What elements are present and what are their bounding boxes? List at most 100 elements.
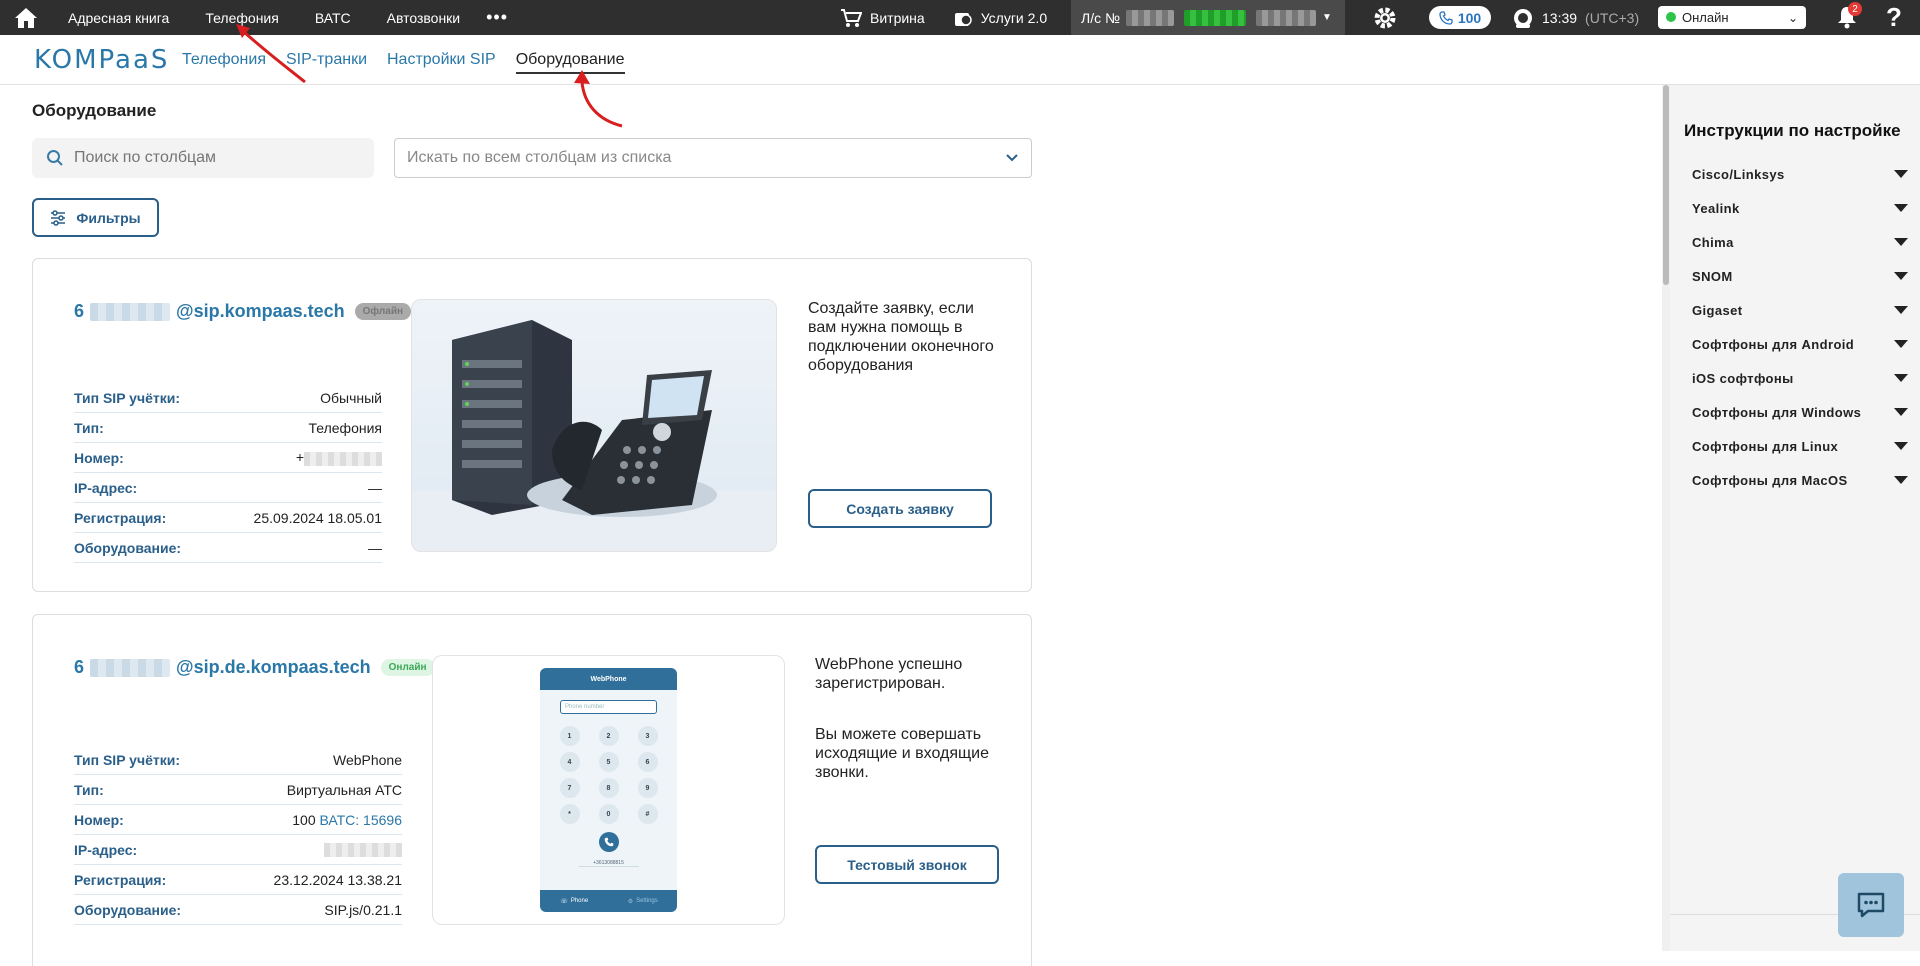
webphone-preview: WebPhone Phone number 1 2 3 4 5 6 7 8 9 …: [432, 655, 785, 925]
keypad-key: #: [637, 804, 658, 824]
field-value: SIP.js/0.21.1: [324, 901, 402, 918]
call-icon: [598, 832, 619, 852]
instruction-item-cisco[interactable]: Cisco/Linksys: [1692, 157, 1908, 191]
webphone-number-input: Phone number: [560, 700, 657, 714]
clock-timezone: (UTC+3): [1585, 9, 1640, 26]
instruction-label: Софтфоны для Linux: [1692, 438, 1839, 454]
webphone-tab-settings-label: Settings: [636, 898, 658, 904]
webphone-tab-phone-label: Phone: [570, 898, 589, 904]
more-menu-icon[interactable]: •••: [486, 7, 508, 28]
sip-account-prefix: 6: [74, 657, 85, 677]
nav-address-book[interactable]: Адресная книга: [68, 10, 169, 26]
instruction-item-macos[interactable]: Софтфоны для MacOS: [1692, 463, 1908, 497]
equipment-image: [411, 299, 777, 552]
instruction-item-yealink[interactable]: Yealink: [1692, 191, 1908, 225]
search-scope-value: Искать по всем столбцам из списка: [407, 149, 672, 166]
status-value: Онлайн: [1682, 10, 1729, 25]
instruction-label: iOS софтфоны: [1692, 370, 1794, 386]
logo[interactable]: KOMPaaS: [34, 45, 169, 75]
nav-vats[interactable]: ВАТС: [315, 10, 351, 26]
chat-button[interactable]: [1838, 873, 1904, 937]
calls-counter[interactable]: 100: [1429, 6, 1491, 29]
field-row: Тип SIP учётки: Обычный: [74, 383, 382, 413]
instruction-label: Софтфоны для Android: [1692, 336, 1855, 352]
instruction-item-snom[interactable]: SNOM: [1692, 259, 1908, 293]
webphone-keypad: 1 2 3 4 5 6 7 8 9 * 0 #: [540, 726, 677, 824]
webphone-registered-text: WebPhone успешно зарегистрирован.: [815, 656, 963, 692]
instruction-item-chima[interactable]: Chima: [1692, 225, 1908, 259]
vitrina-link[interactable]: Витрина: [840, 8, 925, 28]
instruction-label: SNOM: [1692, 268, 1733, 284]
vats-link[interactable]: ВАТС: 15696: [320, 812, 403, 828]
column-search[interactable]: [32, 138, 374, 178]
instruction-item-ios[interactable]: iOS софтфоны: [1692, 361, 1908, 395]
webphone-mockup: WebPhone Phone number 1 2 3 4 5 6 7 8 9 …: [540, 668, 677, 912]
filters-button[interactable]: Фильтры: [32, 198, 159, 237]
sip-account-domain: @sip.kompaas.tech: [176, 301, 345, 321]
column-search-input[interactable]: [74, 149, 344, 167]
chevron-down-icon: [1006, 154, 1018, 162]
account-selector[interactable]: Л/с № ▼: [1071, 0, 1345, 35]
field-row: IP-адрес: —: [74, 473, 382, 503]
search-icon: [47, 150, 63, 166]
field-label: IP-адрес:: [74, 479, 138, 496]
notification-badge: 2: [1848, 2, 1862, 16]
vitrina-label: Витрина: [870, 9, 925, 26]
keypad-key: 6: [637, 752, 658, 772]
field-label: Оборудование:: [74, 539, 182, 556]
clock: 13:39 (UTC+3): [1512, 0, 1639, 35]
sip-account[interactable]: 6 @sip.kompaas.tech Офлайн: [74, 301, 412, 322]
account-name-redacted: [1256, 9, 1316, 26]
instruction-item-gigaset[interactable]: Gigaset: [1692, 293, 1908, 327]
page-scrollbar[interactable]: [1662, 85, 1670, 951]
field-row: Регистрация: 25.09.2024 18.05.01: [74, 503, 382, 533]
search-scope-select[interactable]: Искать по всем столбцам из списка: [394, 138, 1032, 178]
instruction-label: Софтфоны для MacOS: [1692, 472, 1848, 488]
field-row: Номер: +: [74, 443, 382, 473]
instruction-item-android[interactable]: Софтфоны для Android: [1692, 327, 1908, 361]
number-redacted: [304, 451, 382, 466]
field-row: Тип SIP учётки: WebPhone: [74, 745, 402, 775]
annotation-arrow-icon: [236, 24, 306, 84]
field-value: 100: [292, 811, 316, 828]
clock-time: 13:39: [1542, 9, 1578, 26]
webphone-line-select: +3613088815: [578, 860, 639, 867]
help-text: Создайте заявку, если вам нужна помощь в…: [808, 300, 994, 374]
webphone-title: WebPhone: [540, 668, 677, 690]
triangle-down-icon: [1894, 272, 1908, 280]
gear-icon: ⚙: [627, 898, 634, 905]
filters-label: Фильтры: [76, 209, 141, 226]
create-request-button[interactable]: Создать заявку: [808, 489, 992, 528]
webphone-tab-settings: ⚙ Settings: [609, 890, 678, 912]
home-icon[interactable]: [0, 0, 52, 35]
webphone-status-text: WebPhone успешно зарегистрирован. Вы мож…: [815, 655, 1005, 782]
account-number-redacted: [1126, 9, 1174, 26]
instruction-item-linux[interactable]: Софтфоны для Linux: [1692, 429, 1908, 463]
field-label: Номер:: [74, 449, 124, 466]
webphone-tabs: ☏ Phone ⚙ Settings: [540, 890, 677, 912]
keypad-key: 7: [559, 778, 580, 798]
services-link[interactable]: Услуги 2.0: [953, 8, 1047, 28]
instructions-panel: Инструкции по настройке Cisco/Linksys Ye…: [1670, 85, 1920, 951]
sip-account[interactable]: 6 @sip.de.kompaas.tech Онлайн: [74, 657, 435, 678]
keypad-key: 0: [598, 804, 619, 824]
cart-icon: [841, 8, 862, 27]
keypad-key: 5: [598, 752, 619, 772]
instruction-item-windows[interactable]: Софтфоны для Windows: [1692, 395, 1908, 429]
triangle-down-icon: [1894, 408, 1908, 416]
field-value: +: [295, 449, 304, 466]
status-select[interactable]: Онлайн ⌄: [1658, 6, 1806, 29]
help-icon[interactable]: ?: [1886, 2, 1902, 33]
field-row: Тип: Телефония: [74, 413, 382, 443]
field-label: Регистрация:: [74, 509, 167, 526]
gear-icon[interactable]: [1373, 6, 1397, 33]
test-call-button[interactable]: Тестовый звонок: [815, 845, 999, 884]
status-badge: Онлайн: [380, 659, 435, 676]
chevron-down-icon: ⌄: [1787, 10, 1798, 25]
sip-account-prefix: 6: [74, 301, 85, 321]
scrollbar-thumb[interactable]: [1663, 85, 1669, 285]
instruction-label: Cisco/Linksys: [1692, 166, 1785, 182]
tab-sip-settings[interactable]: Настройки SIP: [387, 51, 496, 74]
phone-icon: [1439, 10, 1453, 25]
nav-autocalls[interactable]: Автозвонки: [387, 10, 461, 26]
